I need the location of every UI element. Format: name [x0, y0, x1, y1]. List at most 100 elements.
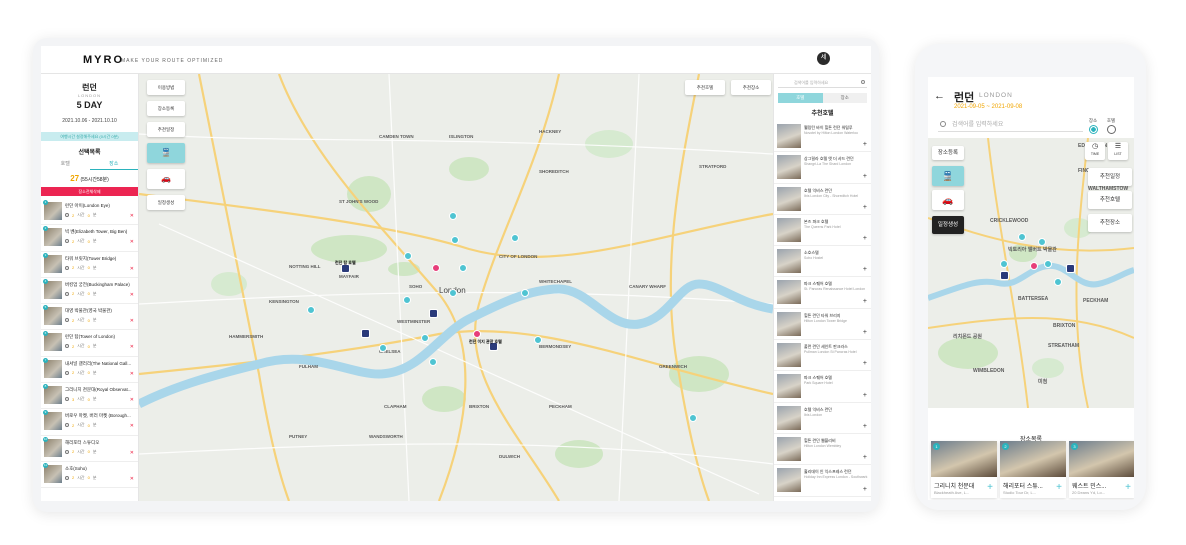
search-input[interactable]: 검색어를 입력하세요 [938, 118, 1083, 132]
place-card[interactable]: 1 그리니치 천문대 Blackheath Ave, L... + [931, 441, 997, 498]
add-icon[interactable]: + [863, 204, 867, 211]
add-icon[interactable]: + [1056, 482, 1062, 493]
hotel-item[interactable]: 파크 스퀘어 호텔 Park Square Hotel + [774, 371, 871, 403]
place-marker[interactable] [1054, 278, 1062, 286]
place-marker[interactable] [403, 296, 411, 304]
place-card[interactable]: 2 해리포터 스튜... Studio Tour Dr, L... + [1000, 441, 1066, 498]
place-marker[interactable] [1044, 260, 1052, 268]
remove-icon[interactable]: ✕ [130, 292, 134, 298]
hotel-marker[interactable] [1066, 264, 1075, 273]
place-marker[interactable] [1018, 233, 1026, 241]
place-marker[interactable] [459, 264, 467, 272]
place-marker[interactable] [521, 289, 529, 297]
list-item[interactable]: 9 버로우 마켓, 버러 마켓 (Borough... 2 시간 0 분 ✕ [41, 409, 138, 436]
map[interactable]: FINCHLEYEDMONTONWALTHAMSTOWHACKNEYCRICKL… [928, 138, 1134, 408]
avatar[interactable]: 세 [817, 52, 830, 65]
list-item[interactable]: 8 그리니치 천문대(Royal Observat... 3 시간 0 분 ✕ [41, 383, 138, 410]
delete-all-button[interactable]: 장소전체삭제 [41, 187, 138, 196]
stay-hours[interactable]: 2 [72, 475, 74, 480]
add-icon[interactable]: + [863, 235, 867, 242]
car-mode-button[interactable]: 🚗 [147, 169, 185, 189]
place-marker[interactable] [1000, 260, 1008, 268]
stay-minutes[interactable]: 0 [88, 239, 90, 244]
list-item[interactable]: 11 소호(Soho) 2 시간 0 분 ✕ [41, 462, 138, 489]
stay-minutes[interactable]: 0 [88, 475, 90, 480]
recommended-schedule-button[interactable]: 추천일정 [147, 122, 185, 137]
place-marker[interactable] [379, 344, 387, 352]
remove-icon[interactable]: ✕ [130, 213, 134, 219]
back-arrow-icon[interactable]: ← [934, 90, 945, 102]
list-item[interactable]: 1 런던 아이(London Eye) 2 시간 0 분 ✕ [41, 199, 138, 226]
place-marker[interactable] [1038, 238, 1046, 246]
add-icon[interactable]: + [863, 454, 867, 461]
stay-hours[interactable]: 2 [72, 449, 74, 454]
remove-icon[interactable]: ✕ [130, 450, 134, 456]
stay-hours[interactable]: 2 [72, 213, 74, 218]
list-item[interactable]: 3 타워 브릿지(Tower Bridge) 2 시간 0 분 ✕ [41, 252, 138, 278]
hotel-item[interactable]: 웰링턴 바이 힐튼 런던 워털루 Novotel by Hilton London… [774, 121, 871, 153]
add-icon[interactable]: + [863, 392, 867, 399]
place-card[interactable]: 3 웨스트 민스... 20 Deans Yd, Lo... + [1069, 441, 1134, 498]
toggle-hotel[interactable]: 호텔 [778, 93, 823, 103]
stay-minutes[interactable]: 0 [88, 397, 90, 402]
list-item[interactable]: 10 해리포터 스튜디오 2 시간 0 분 ✕ [41, 436, 138, 462]
place-marker[interactable] [404, 252, 412, 260]
trip-dates[interactable]: 2021.10.06 - 2021.10.10 [41, 118, 138, 124]
hotel-item[interactable]: 홀리데이 인 익스프레스 런던 Holiday Inn Express Londo… [774, 465, 871, 497]
radio-hotel[interactable]: 호텔 [1104, 118, 1118, 134]
stay-hours[interactable]: 2 [72, 423, 74, 428]
add-icon[interactable]: + [863, 486, 867, 493]
hotel-item[interactable]: 풀먼 런던 세인트 판크라스 Pullman London St Pancras … [774, 340, 871, 372]
stay-hours[interactable]: 2 [72, 265, 74, 270]
trip-dates[interactable]: 2021-09-05 ~ 2021-09-08 [954, 104, 1022, 110]
list-item[interactable]: 7 내셔널 갤러리(The National Gall... 2 시간 0 분 ✕ [41, 357, 138, 384]
stay-minutes[interactable]: 0 [88, 449, 90, 454]
hotel-item[interactable]: 힐튼 런던 타워 브리지 Hilton London Tower Bridge + [774, 309, 871, 341]
place-marker[interactable] [451, 236, 459, 244]
register-place-button[interactable]: 장소등록 [147, 101, 185, 116]
stay-minutes[interactable]: 0 [88, 265, 90, 270]
place-marker[interactable] [534, 336, 542, 344]
hotel-marker[interactable] [429, 309, 438, 318]
add-icon[interactable]: + [863, 266, 867, 273]
remove-icon[interactable]: ✕ [130, 266, 134, 272]
place-marker[interactable] [429, 358, 437, 366]
add-icon[interactable]: + [863, 141, 867, 148]
remove-icon[interactable]: ✕ [130, 476, 134, 482]
add-icon[interactable]: + [1125, 482, 1131, 493]
stay-hours[interactable]: 2 [72, 239, 74, 244]
stay-minutes[interactable]: 0 [88, 291, 90, 296]
stay-minutes[interactable]: 0 [88, 370, 90, 375]
time-setting-banner[interactable]: 여행시간 설정해주세요 (0시간 0분) [41, 132, 138, 141]
place-marker[interactable] [689, 414, 697, 422]
add-icon[interactable]: + [987, 482, 993, 493]
remove-icon[interactable]: ✕ [130, 371, 134, 377]
tab-place[interactable]: 장소 [89, 160, 138, 170]
recommended-hotel-button[interactable]: 추천호텔 [1088, 191, 1132, 209]
hotel-item[interactable]: 호텔 익비스 런던 Ibis London + [774, 403, 871, 434]
recommended-place-button[interactable]: 추천장소 [731, 80, 771, 95]
remove-icon[interactable]: ✕ [130, 344, 134, 350]
search-input[interactable]: 검색어를 입력하세요 [778, 78, 867, 88]
stay-minutes[interactable]: 0 [88, 344, 90, 349]
stay-minutes[interactable]: 0 [88, 318, 90, 323]
how-to-use-button[interactable]: 이용방법 [147, 80, 185, 95]
place-marker[interactable] [473, 330, 481, 338]
remove-icon[interactable]: ✕ [130, 239, 134, 245]
recommended-place-button[interactable]: 추천장소 [1088, 214, 1132, 232]
register-place-button[interactable]: 장소등록 [932, 146, 964, 160]
tab-hotel[interactable]: 호텔 [41, 160, 90, 170]
place-marker[interactable] [432, 264, 440, 272]
recommended-hotel-button[interactable]: 추천호텔 [685, 80, 725, 95]
create-schedule-button[interactable]: 일정생성 [147, 195, 185, 210]
create-schedule-button[interactable]: 일정생성 [932, 216, 964, 234]
add-icon[interactable]: + [863, 173, 867, 180]
hotel-marker[interactable] [361, 329, 370, 338]
hotel-marker[interactable] [1000, 271, 1009, 280]
list-item[interactable]: 6 런던 탑(Tower of London) 2 시간 0 분 ✕ [41, 330, 138, 357]
hotel-item[interactable]: 상그릴라 호텔 앳 더 샤드 런던 Shangri-La The Shard Lo… [774, 152, 871, 184]
remove-icon[interactable]: ✕ [130, 397, 134, 403]
list-item[interactable]: 2 빅 벤(Elizabeth Tower, Big Ben) 2 시간 0 분 ✕ [41, 225, 138, 252]
recommended-schedule-button[interactable]: 추천일정 [1088, 168, 1132, 186]
hotel-item[interactable]: 소호스텔 Soho Hostel + [774, 246, 871, 278]
